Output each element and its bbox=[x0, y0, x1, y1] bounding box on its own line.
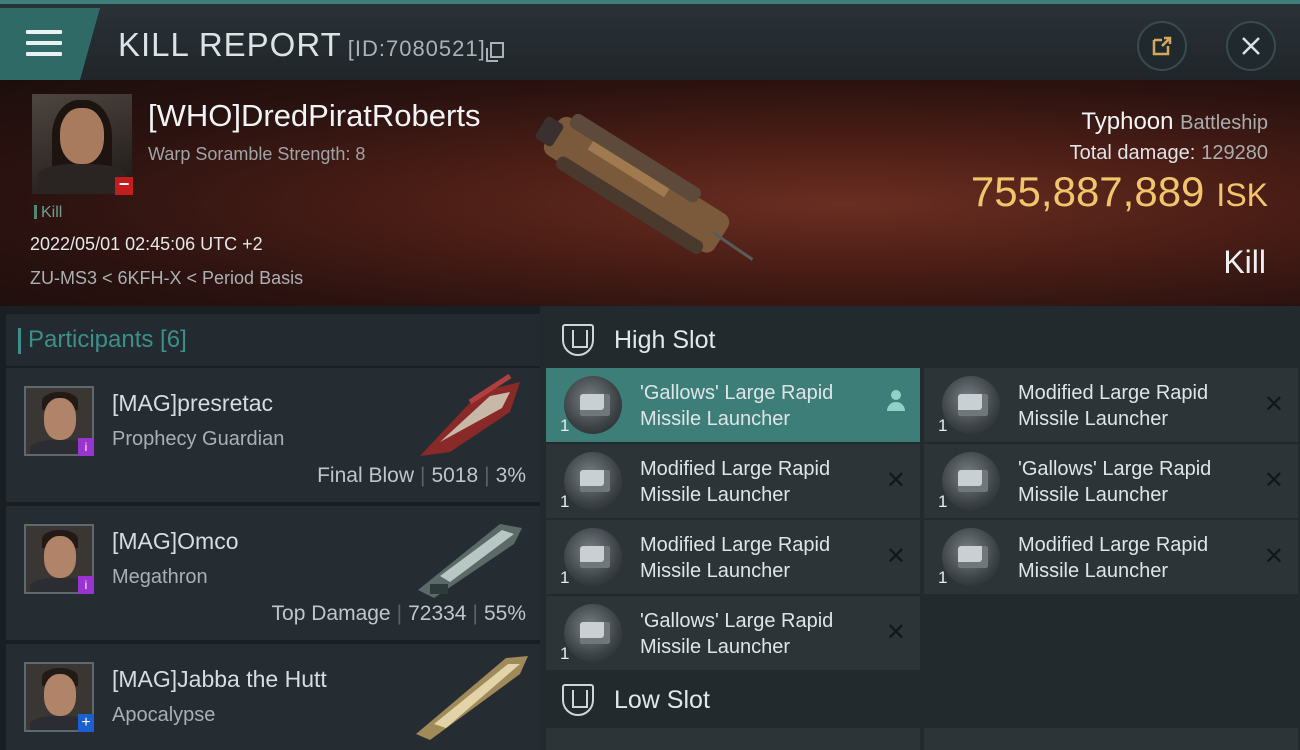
standing-minus-icon: − bbox=[115, 175, 133, 195]
external-link-icon bbox=[1152, 36, 1172, 56]
participant-row[interactable]: i [MAG]Omco Megathron Top Damage | 72334 | 5… bbox=[6, 506, 540, 640]
kill-datetime: 2022/05/01 02:45:06 UTC +2 bbox=[30, 234, 263, 254]
isk-amount: 755,887,889 bbox=[970, 168, 1205, 215]
participants-header[interactable]: Participants [6] bbox=[6, 314, 540, 366]
kill-tag: Kill bbox=[34, 204, 62, 222]
fitting-panel: High Slot 1 'Gallows' Large Rapid Missil… bbox=[540, 306, 1300, 750]
pilot-icon bbox=[886, 390, 906, 414]
victim-name[interactable]: [WHO]DredPiratRoberts bbox=[148, 98, 480, 134]
participant-ship-image bbox=[418, 524, 522, 598]
module-item[interactable] bbox=[546, 728, 920, 750]
participant-role: Top Damage bbox=[271, 602, 391, 625]
hamburger-icon[interactable] bbox=[26, 30, 62, 56]
victim-ship[interactable]: Typhoon Battleship bbox=[1081, 108, 1268, 136]
low-slot-label: Low Slot bbox=[614, 686, 710, 714]
title-text: KILL REPORT bbox=[118, 26, 342, 63]
module-name: 'Gallows' Large Rapid Missile Launcher bbox=[1018, 458, 1212, 506]
isk-value: 755,887,889 ISK bbox=[971, 168, 1268, 216]
launcher-icon bbox=[942, 376, 1000, 434]
victim-subtitle: Warp Soramble Strength: 8 bbox=[148, 144, 366, 164]
victim-banner: − [WHO]DredPiratRoberts Warp Soramble St… bbox=[0, 80, 1300, 306]
module-qty: 1 bbox=[938, 492, 948, 511]
x-icon: ✕ bbox=[1263, 467, 1284, 494]
menu-button[interactable] bbox=[0, 8, 100, 80]
x-icon: ✕ bbox=[1263, 543, 1284, 570]
module-qty: 1 bbox=[938, 416, 948, 435]
close-icon bbox=[1242, 37, 1260, 55]
x-icon: ✕ bbox=[1263, 391, 1284, 418]
participant-stats: Top Damage | 72334 | 55% bbox=[271, 602, 526, 625]
low-slot-header: Low Slot bbox=[550, 672, 1300, 726]
copy-icon[interactable] bbox=[485, 42, 504, 62]
report-id: [ID:7080521] bbox=[347, 36, 486, 61]
total-damage-label: Total damage: bbox=[1069, 142, 1196, 164]
corp-badge-icon: + bbox=[78, 714, 94, 732]
close-button[interactable] bbox=[1226, 21, 1276, 71]
participant-percent: 55% bbox=[483, 602, 526, 625]
module-qty: 1 bbox=[560, 416, 570, 435]
low-slot-icon bbox=[562, 684, 594, 716]
top-bar: KILL REPORT [ID:7080521] bbox=[0, 0, 1300, 80]
ship-name: Typhoon bbox=[1081, 108, 1174, 135]
launcher-icon bbox=[564, 452, 622, 510]
participant-name: [MAG]Omco bbox=[112, 528, 239, 554]
participant-ship-image bbox=[420, 373, 520, 456]
module-name: Modified Large Rapid Missile Launcher bbox=[640, 534, 831, 582]
module-name: 'Gallows' Large Rapid Missile Launcher bbox=[640, 610, 834, 658]
participant-name: [MAG]presretac bbox=[112, 390, 274, 416]
participant-row[interactable]: i [MAG]presretac Prophecy Guardian Final… bbox=[6, 368, 540, 502]
module-qty: 1 bbox=[560, 644, 570, 663]
module-item[interactable] bbox=[924, 728, 1298, 750]
module-name: Modified Large Rapid Missile Launcher bbox=[640, 458, 831, 506]
module-name: Modified Large Rapid Missile Launcher bbox=[1018, 382, 1209, 430]
module-qty: 1 bbox=[560, 568, 570, 587]
kill-location[interactable]: ZU-MS3 < 6KFH-X < Period Basis bbox=[30, 268, 303, 289]
page-title: KILL REPORT [ID:7080521] bbox=[118, 26, 504, 64]
x-icon: ✕ bbox=[885, 467, 906, 494]
participants-title: Participants [6] bbox=[18, 326, 187, 354]
corp-badge-icon: i bbox=[78, 438, 94, 456]
module-item[interactable]: 1 Modified Large Rapid Missile Launcher … bbox=[924, 368, 1298, 442]
module-item[interactable]: 1 'Gallows' Large Rapid Missile Launcher… bbox=[546, 596, 920, 670]
launcher-icon bbox=[942, 452, 1000, 510]
participants-panel: Participants [6] i [MAG]presretac Prophe… bbox=[0, 306, 540, 750]
participant-damage: 72334 bbox=[408, 602, 467, 625]
high-slot-header: High Slot bbox=[550, 312, 1300, 366]
participant-row[interactable]: + [MAG]Jabba the Hutt Apocalypse bbox=[6, 644, 540, 750]
module-item[interactable]: 1 Modified Large Rapid Missile Launcher … bbox=[546, 520, 920, 594]
module-item[interactable]: 1 Modified Large Rapid Missile Launcher … bbox=[924, 520, 1298, 594]
ship-class: Battleship bbox=[1180, 112, 1268, 134]
x-icon: ✕ bbox=[885, 543, 906, 570]
total-damage: Total damage: 129280 bbox=[1070, 142, 1268, 165]
participant-percent: 3% bbox=[495, 464, 526, 487]
module-item[interactable]: 1 'Gallows' Large Rapid Missile Launcher… bbox=[924, 444, 1298, 518]
corp-badge-icon: i bbox=[78, 576, 94, 594]
high-slot-label: High Slot bbox=[614, 326, 716, 354]
isk-unit: ISK bbox=[1216, 177, 1268, 213]
launcher-icon bbox=[564, 376, 622, 434]
participant-ship: Megathron bbox=[112, 566, 208, 588]
x-icon: ✕ bbox=[885, 619, 906, 646]
participant-role: Final Blow bbox=[317, 464, 414, 487]
participant-ship-image bbox=[416, 656, 528, 740]
launcher-icon bbox=[564, 528, 622, 586]
module-item[interactable]: 1 'Gallows' Large Rapid Missile Launcher bbox=[546, 368, 920, 442]
module-qty: 1 bbox=[938, 568, 948, 587]
participant-damage: 5018 bbox=[431, 464, 479, 487]
participant-name: [MAG]Jabba the Hutt bbox=[112, 666, 327, 692]
launcher-icon bbox=[564, 604, 622, 662]
module-qty: 1 bbox=[560, 492, 570, 511]
victim-ship-image bbox=[535, 113, 754, 261]
launcher-icon bbox=[942, 528, 1000, 586]
module-name: 'Gallows' Large Rapid Missile Launcher bbox=[640, 382, 834, 430]
participant-ship: Prophecy Guardian bbox=[112, 428, 285, 450]
module-item[interactable]: 1 Modified Large Rapid Missile Launcher … bbox=[546, 444, 920, 518]
share-button[interactable] bbox=[1137, 21, 1187, 71]
participant-stats: Final Blow | 5018 | 3% bbox=[317, 464, 526, 487]
module-name: Modified Large Rapid Missile Launcher bbox=[1018, 534, 1209, 582]
high-slot-icon bbox=[562, 324, 594, 356]
total-damage-value: 129280 bbox=[1201, 142, 1268, 164]
participant-ship: Apocalypse bbox=[112, 704, 216, 726]
kill-type: Kill bbox=[1223, 244, 1266, 280]
